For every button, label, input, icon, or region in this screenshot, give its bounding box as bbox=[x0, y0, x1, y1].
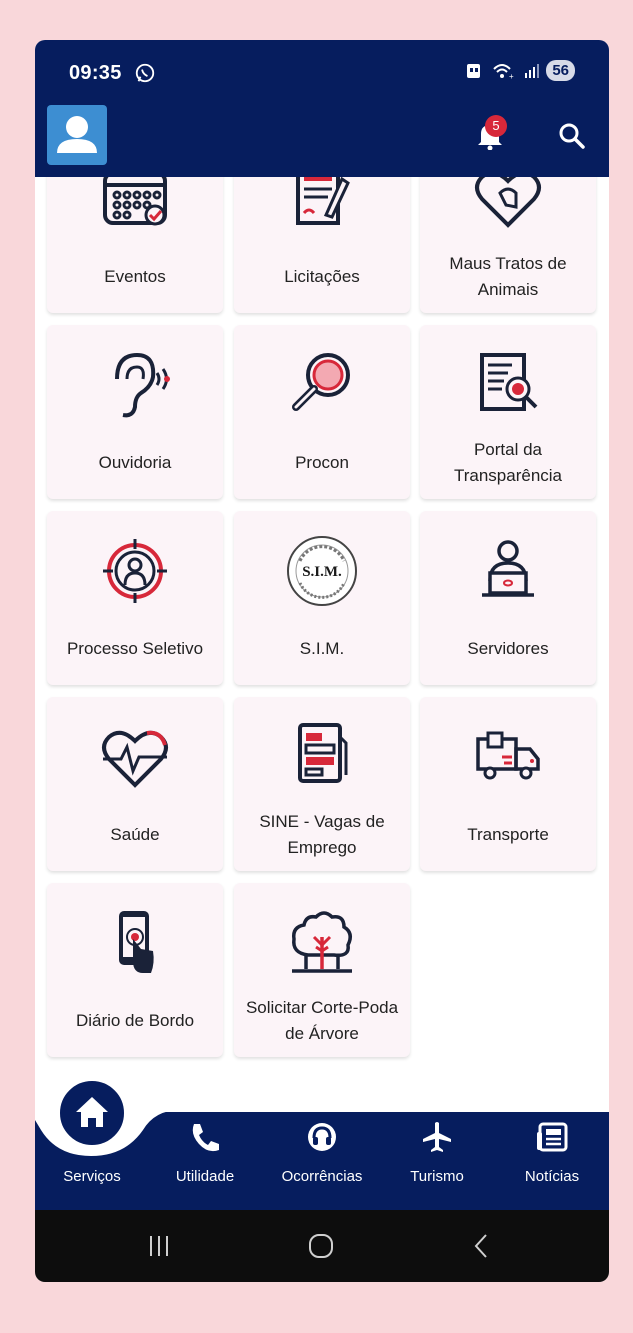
recent-apps-icon[interactable] bbox=[147, 1234, 171, 1258]
service-label: Portal da Transparência bbox=[453, 440, 563, 485]
heart-pulse-icon bbox=[102, 730, 168, 788]
service-label: S.I.M. bbox=[299, 639, 345, 658]
document-pen-icon bbox=[296, 177, 350, 225]
service-card-processo-seletivo[interactable]: Processo Seletivo bbox=[47, 511, 223, 685]
service-card-sim[interactable]: S.I.M. S.I.M. bbox=[234, 511, 410, 685]
seal-text: S.I.M. bbox=[302, 564, 342, 580]
service-card-sine[interactable]: SINE - Vagas de Emprego bbox=[234, 697, 410, 871]
service-label: Eventos bbox=[104, 267, 166, 286]
status-icons: + 56 bbox=[466, 60, 575, 81]
service-label: SINE - Vagas de Emprego bbox=[259, 812, 385, 857]
service-card-procon[interactable]: Procon bbox=[234, 325, 410, 499]
document-search-icon bbox=[480, 353, 538, 411]
phone-icon[interactable] bbox=[188, 1120, 222, 1154]
nav-item-noticias[interactable]: Notícias bbox=[512, 1168, 592, 1185]
airplane-icon[interactable] bbox=[420, 1120, 454, 1154]
nav-item-utilidade[interactable]: Utilidade bbox=[165, 1168, 245, 1185]
signal-icon bbox=[525, 63, 540, 78]
home-circle-icon[interactable] bbox=[307, 1232, 335, 1260]
status-bar: 09:35 + 56 bbox=[35, 40, 609, 100]
service-card-transporte[interactable]: Transporte bbox=[420, 697, 596, 871]
phone-touch-icon bbox=[119, 911, 154, 973]
services-grid: Eventos Licitações Maus Tratos de Animai… bbox=[35, 177, 609, 1110]
top-bar: 09:35 + 56 5 bbox=[35, 40, 609, 177]
service-label: Diário de Bordo bbox=[75, 1011, 195, 1030]
person-laptop-icon bbox=[482, 540, 534, 597]
nav-item-ocorrencias[interactable]: Ocorrências bbox=[272, 1168, 372, 1185]
service-label: Ouvidoria bbox=[98, 453, 172, 472]
calendar-icon bbox=[103, 177, 167, 226]
service-label: Saúde bbox=[110, 825, 160, 844]
battery-level: 56 bbox=[546, 60, 575, 81]
service-card-ouvidoria[interactable]: Ouvidoria bbox=[47, 325, 223, 499]
newspaper-icon[interactable] bbox=[535, 1120, 569, 1154]
service-card-transparencia[interactable]: Portal da Transparência bbox=[420, 325, 596, 499]
target-person-icon bbox=[103, 539, 167, 603]
phone-screen: 09:35 + 56 5 Eventos Licitações Maus Tra… bbox=[35, 40, 609, 1282]
pet-heart-icon bbox=[475, 177, 541, 228]
service-label: Solicitar Corte-Poda de Árvore bbox=[245, 998, 399, 1043]
service-card-licitacoes[interactable]: Licitações bbox=[234, 177, 410, 313]
user-icon bbox=[57, 116, 97, 153]
system-nav-bar bbox=[35, 1210, 609, 1282]
service-card-diario-de-bordo[interactable]: Diário de Bordo bbox=[47, 883, 223, 1057]
nav-label: Utilidade bbox=[175, 1168, 235, 1185]
headset-icon[interactable] bbox=[305, 1120, 339, 1154]
service-card-eventos[interactable]: Eventos bbox=[47, 177, 223, 313]
nav-item-turismo[interactable]: Turismo bbox=[397, 1168, 477, 1185]
service-card-saude[interactable]: Saúde bbox=[47, 697, 223, 871]
nav-label: Notícias bbox=[524, 1168, 580, 1185]
nav-label: Turismo bbox=[410, 1168, 464, 1185]
profile-avatar[interactable] bbox=[47, 105, 107, 165]
ear-icon bbox=[115, 352, 170, 418]
wifi-icon: + bbox=[493, 63, 514, 80]
status-time: 09:35 bbox=[69, 62, 122, 84]
service-label: Maus Tratos de Animais bbox=[449, 254, 567, 299]
service-label: Transporte bbox=[467, 825, 549, 844]
service-label: Servidores bbox=[467, 639, 549, 658]
nav-home-button[interactable] bbox=[55, 1076, 129, 1150]
nav-label: Ocorrências bbox=[281, 1168, 363, 1185]
service-label: Processo Seletivo bbox=[66, 639, 204, 658]
truck-icon bbox=[476, 731, 540, 780]
search-icon[interactable] bbox=[558, 122, 586, 150]
svg-text:+: + bbox=[509, 72, 514, 80]
service-card-poda-arvore[interactable]: Solicitar Corte-Poda de Árvore bbox=[234, 883, 410, 1057]
service-label: Procon bbox=[295, 453, 349, 472]
sim-card-icon bbox=[467, 63, 481, 78]
whatsapp-icon bbox=[135, 63, 155, 83]
back-icon[interactable] bbox=[471, 1232, 491, 1260]
sim-seal-icon: S.I.M. bbox=[287, 536, 357, 606]
job-papers-icon bbox=[298, 723, 348, 783]
tree-icon bbox=[291, 911, 352, 973]
nav-label: Serviços bbox=[63, 1168, 121, 1185]
service-card-servidores[interactable]: Servidores bbox=[420, 511, 596, 685]
service-label: Licitações bbox=[284, 267, 360, 286]
notification-badge: 5 bbox=[485, 115, 507, 137]
service-card-maus-tratos[interactable]: Maus Tratos de Animais bbox=[420, 177, 596, 313]
nav-item-servicos[interactable]: Serviços bbox=[47, 1168, 137, 1185]
magnifier-icon bbox=[292, 353, 350, 411]
home-icon bbox=[76, 1097, 108, 1127]
